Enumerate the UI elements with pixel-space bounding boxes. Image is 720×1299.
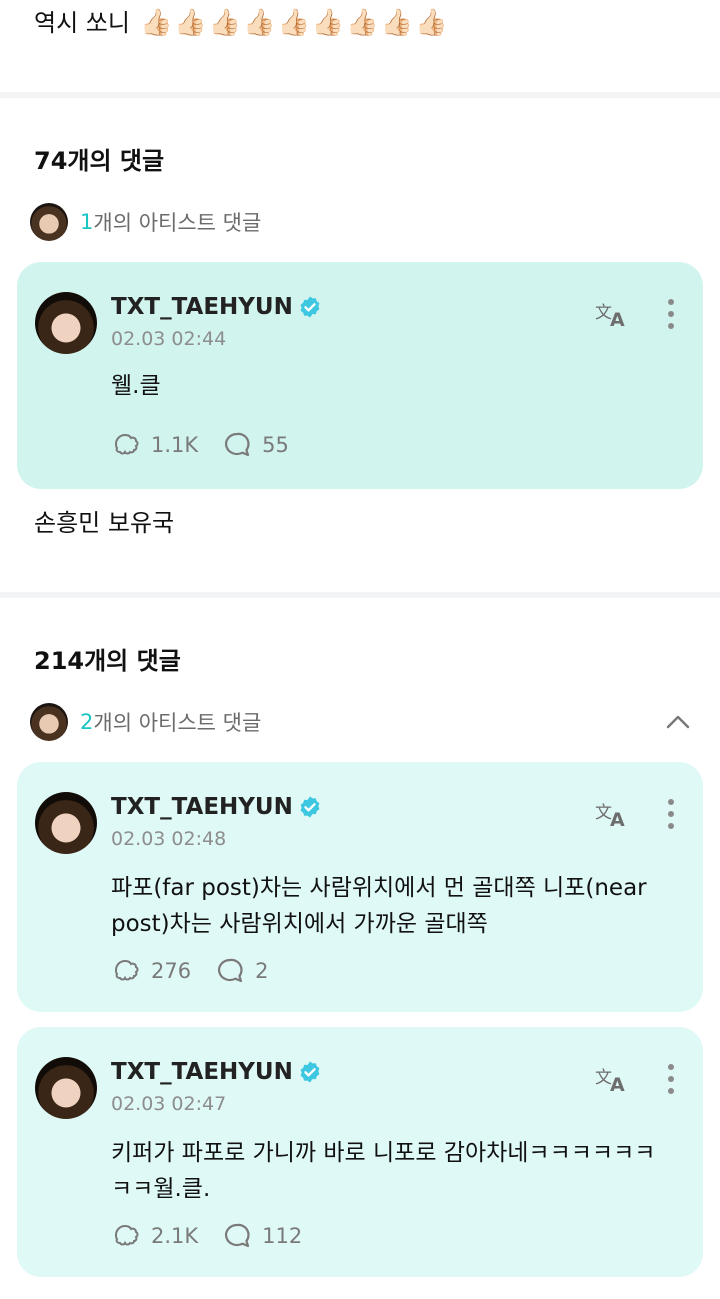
post-header: 역시 쏘니 👍🏻 👍🏻 👍🏻 👍🏻 👍🏻 👍🏻 👍🏻 👍🏻 👍🏻 xyxy=(0,0,720,92)
reply-bubble-icon[interactable] xyxy=(215,956,245,986)
post-text: 손흥민 보유국 xyxy=(34,509,175,537)
avatar xyxy=(30,203,68,241)
svg-text:A: A xyxy=(610,1074,625,1093)
thumbs-up-emoji: 👍🏻 xyxy=(414,8,448,38)
artist-comment-card: TXT_TAEHYUN 02.03 02:47 文 A 키퍼가 파포로 가니까 … xyxy=(17,1027,703,1277)
comment-timestamp: 02.03 02:48 xyxy=(111,828,227,850)
like-icon[interactable] xyxy=(111,1221,141,1251)
artist-comment-label: 개의 아티스트 댓글 xyxy=(93,711,262,735)
svg-text:A: A xyxy=(610,309,625,328)
comment-stats: 276 2 xyxy=(111,956,268,986)
svg-text:A: A xyxy=(610,809,625,828)
thumbs-up-emoji: 👍🏻 xyxy=(139,8,173,38)
artist-comment-card: TXT_TAEHYUN 02.03 02:48 文 A 파포(far post)… xyxy=(17,762,703,1012)
thumbs-up-emoji: 👍🏻 xyxy=(174,8,207,38)
artist-comment-card: TXT_TAEHYUN 02.03 02:44 文 A 웰.클 1.1K 55 xyxy=(17,262,703,489)
artist-comment-count: 1 xyxy=(80,210,94,234)
like-count: 1.1K xyxy=(151,433,199,457)
translate-icon[interactable]: 文 A xyxy=(595,1063,631,1093)
thumbs-up-emoji: 👍🏻 xyxy=(277,8,310,38)
reply-bubble-icon[interactable] xyxy=(222,1221,252,1251)
comment-body: 파포(far post)차는 사람위치에서 먼 골대쪽 니포(near post… xyxy=(111,875,647,937)
reply-bubble-icon[interactable] xyxy=(222,430,252,460)
thumbs-emoji-row: 👍🏻 👍🏻 👍🏻 👍🏻 👍🏻 👍🏻 👍🏻 👍🏻 👍🏻 xyxy=(140,8,449,38)
post-text-label: 역시 쏘니 xyxy=(34,9,130,37)
like-count: 2.1K xyxy=(151,1224,199,1248)
translate-icon[interactable]: 文 A xyxy=(595,298,631,328)
thumbs-up-emoji: 👍🏻 xyxy=(346,8,379,38)
thumbs-up-emoji: 👍🏻 xyxy=(243,8,276,38)
thumbs-up-emoji: 👍🏻 xyxy=(311,8,345,38)
comment-stats: 1.1K 55 xyxy=(111,430,289,460)
like-icon[interactable] xyxy=(111,430,141,460)
more-vertical-icon[interactable] xyxy=(661,798,681,830)
comment-body: 키퍼가 파포로 가니까 바로 니포로 감아차네ㅋㅋㅋㅋㅋㅋㅋㅋ월.클. xyxy=(111,1140,656,1202)
artist-comments-toggle[interactable]: 2 개의 아티스트 댓글 xyxy=(30,702,261,742)
more-vertical-icon[interactable] xyxy=(661,1063,681,1095)
comment-count-title: 74개의 댓글 xyxy=(34,147,165,175)
comment-body: 웰.클 xyxy=(111,373,161,399)
more-vertical-icon[interactable] xyxy=(661,298,681,330)
post-text: 역시 쏘니 👍🏻 👍🏻 👍🏻 👍🏻 👍🏻 👍🏻 👍🏻 👍🏻 👍🏻 xyxy=(34,8,449,38)
section-divider xyxy=(0,592,720,598)
avatar[interactable] xyxy=(35,1057,97,1119)
reply-count: 112 xyxy=(262,1224,303,1248)
comment-author-row: TXT_TAEHYUN xyxy=(111,1059,322,1085)
like-count: 276 xyxy=(151,959,192,983)
like-icon[interactable] xyxy=(111,956,141,986)
comment-author-row: TXT_TAEHYUN xyxy=(111,794,322,820)
artist-comment-label: 개의 아티스트 댓글 xyxy=(93,211,262,235)
chevron-up-icon[interactable] xyxy=(666,710,690,734)
comment-author-name[interactable]: TXT_TAEHYUN xyxy=(111,794,293,820)
artist-comments-toggle[interactable]: 1 개의 아티스트 댓글 xyxy=(30,202,261,242)
thumbs-up-emoji: 👍🏻 xyxy=(380,8,413,38)
reply-count: 55 xyxy=(262,433,289,457)
avatar[interactable] xyxy=(35,292,97,354)
comment-timestamp: 02.03 02:44 xyxy=(111,328,227,350)
thumbs-up-emoji: 👍🏻 xyxy=(208,8,242,38)
translate-icon[interactable]: 文 A xyxy=(595,798,631,828)
avatar[interactable] xyxy=(35,792,97,854)
comment-author-name[interactable]: TXT_TAEHYUN xyxy=(111,294,293,320)
comment-timestamp: 02.03 02:47 xyxy=(111,1093,227,1115)
comment-author-name[interactable]: TXT_TAEHYUN xyxy=(111,1059,293,1085)
verified-badge-icon xyxy=(300,296,320,318)
comment-count-title: 214개의 댓글 xyxy=(34,647,181,675)
reply-count: 2 xyxy=(255,959,269,983)
avatar xyxy=(30,703,68,741)
comment-stats: 2.1K 112 xyxy=(111,1221,302,1251)
section-divider xyxy=(0,92,720,98)
artist-comment-count: 2 xyxy=(80,710,94,734)
verified-badge-icon xyxy=(300,796,320,818)
verified-badge-icon xyxy=(300,1061,320,1083)
comment-author-row: TXT_TAEHYUN xyxy=(111,294,322,320)
